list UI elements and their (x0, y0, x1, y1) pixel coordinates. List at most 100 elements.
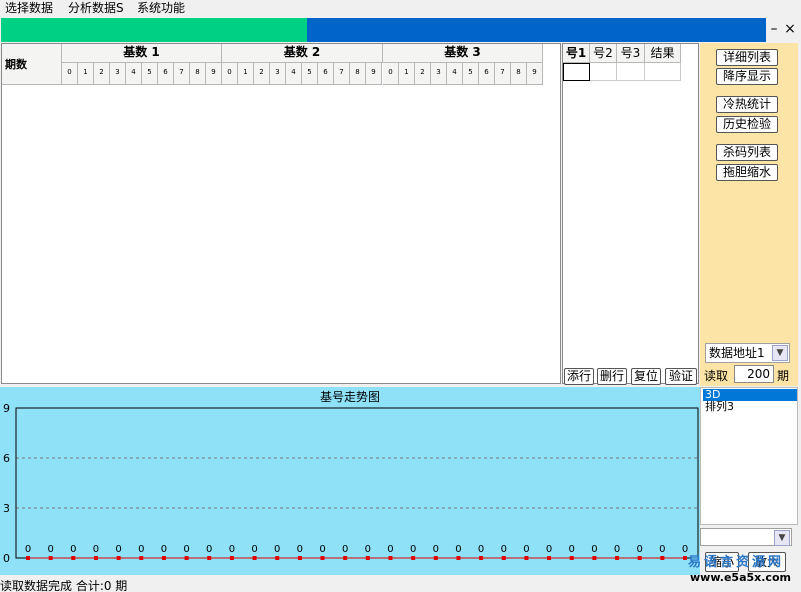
verify-button[interactable]: 验证 (665, 368, 697, 385)
data-label: 0 (70, 544, 76, 555)
y-tick-label: 0 (3, 552, 10, 565)
data-point (252, 556, 257, 560)
data-label: 0 (251, 544, 257, 555)
y-tick-label: 3 (3, 502, 10, 515)
digit-header-1-7: 7 (174, 63, 190, 85)
data-point (547, 556, 552, 560)
digit-header-3-3: 3 (431, 63, 447, 85)
digit-header-3-1: 1 (399, 63, 415, 85)
close-icon[interactable]: × (782, 18, 798, 42)
digit-header-3-8: 8 (511, 63, 527, 85)
secondary-select[interactable]: ▼ (700, 528, 792, 546)
data-label: 0 (523, 544, 529, 555)
data-point (207, 556, 212, 560)
result-grid[interactable]: 号1 号2 号3 结果 (562, 43, 699, 384)
data-label: 0 (183, 544, 189, 555)
read-label: 读取 (704, 369, 729, 383)
data-label: 0 (501, 544, 507, 555)
lottery-type-list[interactable]: 3D 排列3 (700, 387, 798, 525)
data-point (479, 556, 484, 560)
data-label: 0 (206, 544, 212, 555)
digit-header-3-5: 5 (463, 63, 479, 85)
digit-header-2-2: 2 (254, 63, 270, 85)
data-label: 0 (546, 544, 552, 555)
digit-header-2-4: 4 (286, 63, 302, 85)
menu-select-data[interactable]: 选择数据 (5, 1, 53, 15)
data-point (116, 556, 121, 560)
reset-button[interactable]: 复位 (631, 368, 661, 385)
digit-header-2-5: 5 (302, 63, 318, 85)
data-point (26, 556, 30, 560)
result-header-2: 号2 (590, 44, 617, 63)
data-label: 0 (274, 544, 280, 555)
data-point (161, 556, 166, 560)
digit-header-1-0: 0 (62, 63, 78, 85)
digit-header-3-6: 6 (479, 63, 495, 85)
result-cell[interactable] (645, 63, 681, 81)
result-cell[interactable] (617, 63, 645, 81)
group-1-header: 基数 1 (62, 44, 222, 63)
shrink-button[interactable]: 拖胆缩水 (716, 164, 778, 181)
data-label: 0 (138, 544, 144, 555)
data-point (592, 556, 597, 560)
digit-header-1-2: 2 (94, 63, 110, 85)
descending-display-button[interactable]: 降序显示 (716, 68, 778, 85)
data-point (501, 556, 506, 560)
progress-bar-rest (307, 18, 766, 42)
chart-title: 基号走势图 (320, 390, 380, 404)
data-point (388, 556, 393, 560)
data-label: 0 (614, 544, 620, 555)
digit-header-3-9: 9 (527, 63, 543, 85)
kill-code-list-button[interactable]: 杀码列表 (716, 144, 778, 161)
number-grid[interactable]: 期数 基数 1 基数 2 基数 3 0123456789012345678901… (1, 43, 561, 384)
data-point (524, 556, 529, 560)
data-label: 0 (410, 544, 416, 555)
read-unit-label: 期 (777, 369, 790, 383)
data-label: 0 (591, 544, 597, 555)
chevron-down-icon[interactable]: ▼ (772, 345, 788, 361)
result-cell[interactable] (590, 63, 617, 81)
digit-header-3-7: 7 (495, 63, 511, 85)
digit-header-1-5: 5 (142, 63, 158, 85)
digit-header-1-4: 4 (126, 63, 142, 85)
add-row-button[interactable]: 添行 (564, 368, 594, 385)
data-point (683, 556, 687, 560)
data-point (343, 556, 348, 560)
chevron-down-icon[interactable]: ▼ (774, 530, 790, 546)
data-point (660, 556, 665, 560)
digit-header-2-7: 7 (334, 63, 350, 85)
data-label: 0 (161, 544, 167, 555)
detail-list-button[interactable]: 详细列表 (716, 49, 778, 66)
data-point (229, 556, 234, 560)
plot-frame (15, 407, 699, 559)
result-cell-active[interactable] (563, 63, 590, 81)
delete-row-button[interactable]: 删行 (597, 368, 627, 385)
data-point (569, 556, 574, 560)
trend-chart: 基号走势图 0 3 6 9 0 0 0 0 0 0 0 0 0 0 0 0 0 0 0 0 0 0 0 0 0 0 0 0 0 0 0 0 0… (0, 387, 700, 575)
data-label: 0 (433, 544, 439, 555)
menu-system-functions[interactable]: 系统功能 (137, 1, 185, 15)
data-label: 0 (365, 544, 371, 555)
read-count-input[interactable]: 200 (734, 365, 774, 383)
result-header-result: 结果 (645, 44, 681, 63)
data-label: 0 (682, 544, 688, 555)
data-source-value: 数据地址1 (709, 346, 765, 360)
data-source-select[interactable]: 数据地址1 ▼ (705, 343, 790, 363)
data-label: 0 (637, 544, 643, 555)
data-point (184, 556, 189, 560)
hot-cold-stats-button[interactable]: 冷热统计 (716, 96, 778, 113)
data-label: 0 (297, 544, 303, 555)
history-check-button[interactable]: 历史检验 (716, 116, 778, 133)
y-tick-label: 9 (3, 402, 10, 415)
watermark-title: 易语言资源网 (688, 555, 785, 570)
data-point (48, 556, 53, 560)
data-label: 0 (47, 544, 53, 555)
data-label: 0 (319, 544, 325, 555)
list-item-pl3[interactable]: 排列3 (703, 401, 797, 413)
minimize-icon[interactable]: – (766, 18, 782, 42)
menu-analyze-data[interactable]: 分析数据S (68, 1, 124, 15)
digit-header-1-9: 9 (206, 63, 222, 85)
digit-header-1-1: 1 (78, 63, 94, 85)
data-point (433, 556, 438, 560)
trend-chart-svg: 基号走势图 0 3 6 9 0 0 0 0 0 0 0 0 0 0 0 0 0 0 0 0 0 0 0 0 0 0 0 0 0 0 0 0 0… (3, 390, 699, 565)
